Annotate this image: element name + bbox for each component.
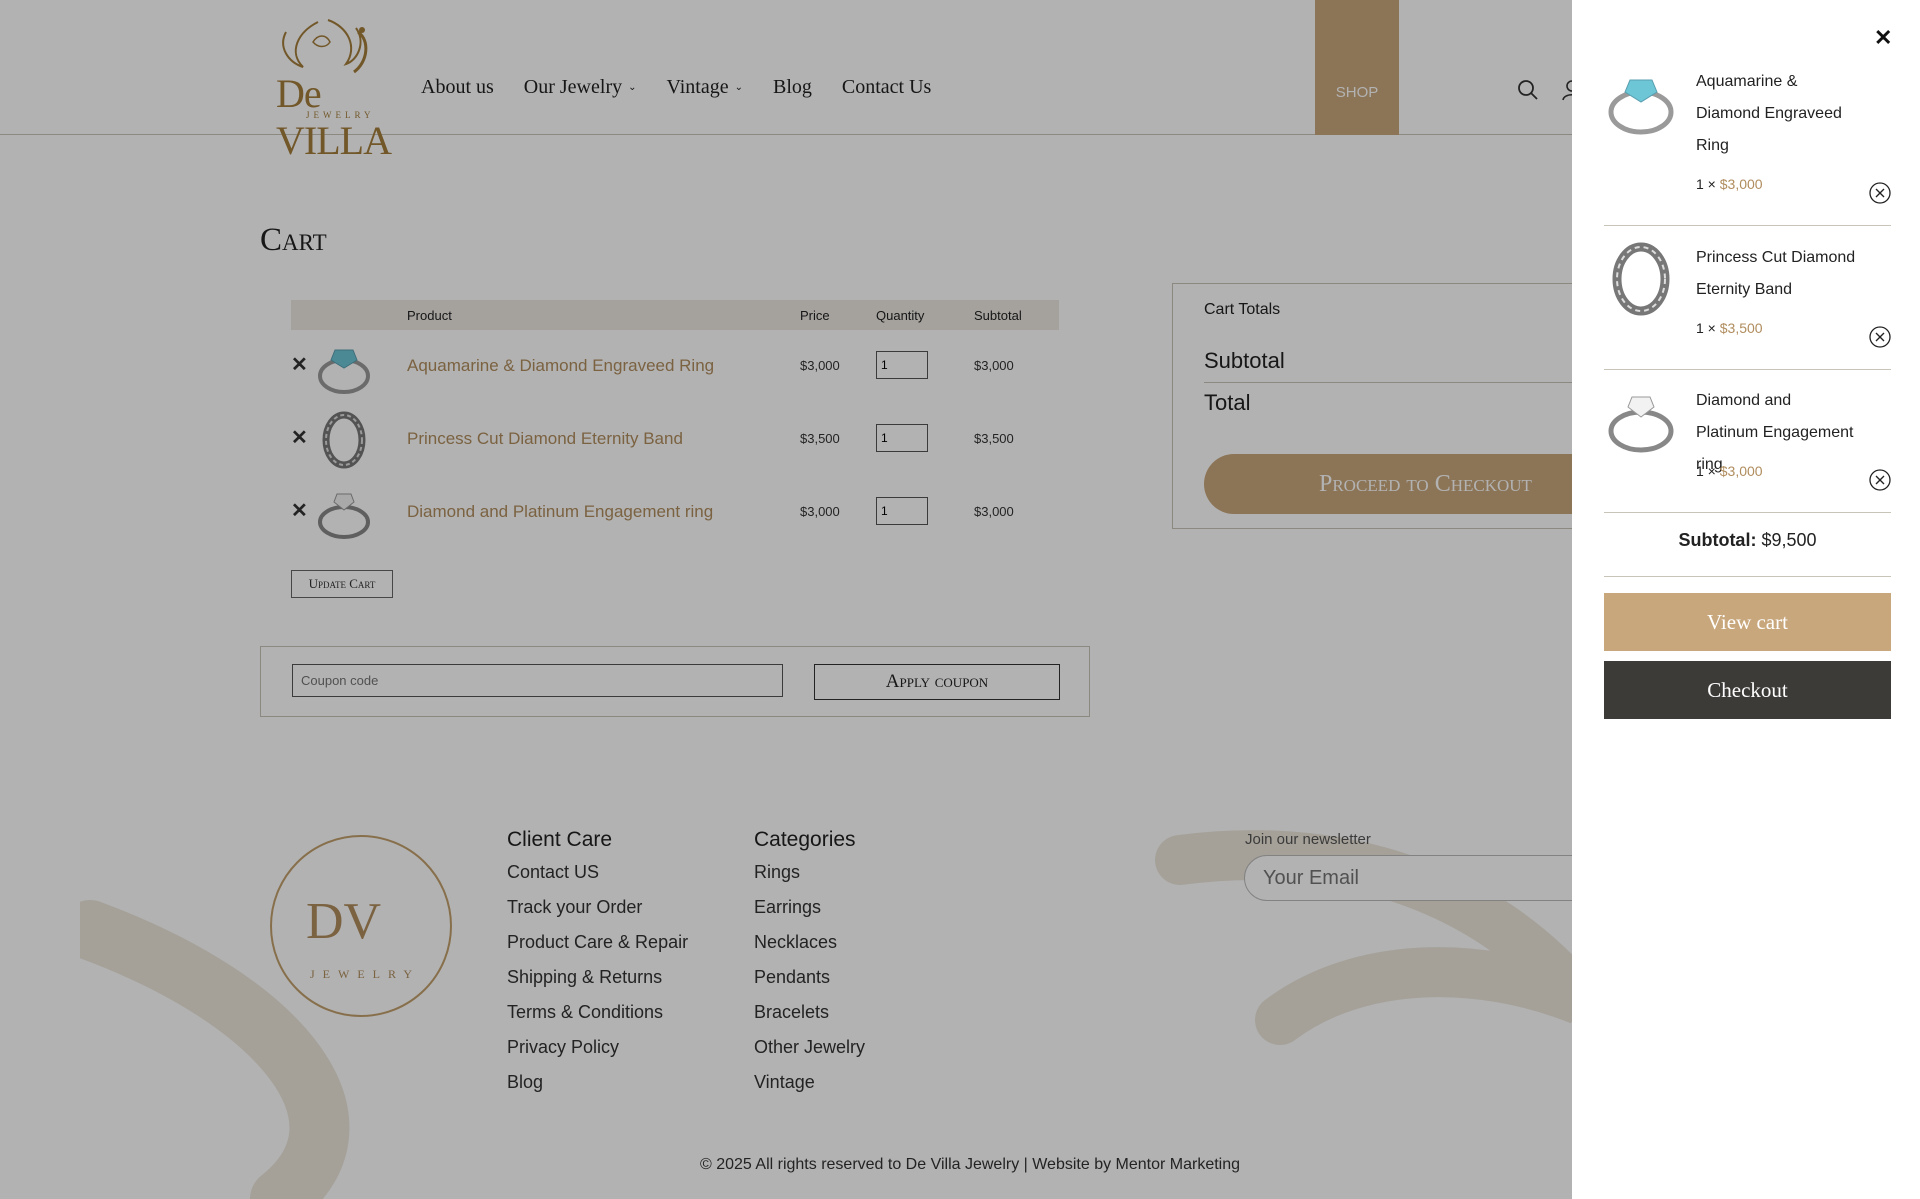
engagement-ring-thumbnail[interactable]: [1604, 385, 1678, 459]
mini-cart-subtotal: Subtotal: $9,500: [1604, 530, 1891, 551]
eternity-band-thumbnail[interactable]: [1604, 242, 1678, 316]
mini-cart-item-name[interactable]: Princess Cut Diamond Eternity Band: [1696, 242, 1856, 306]
mini-cart-subtotal-label: Subtotal:: [1678, 530, 1757, 550]
view-cart-button[interactable]: View cart: [1604, 593, 1891, 651]
remove-circle-icon[interactable]: [1869, 182, 1891, 204]
mini-cart-item: Princess Cut Diamond Eternity Band 1 × $…: [1604, 242, 1891, 370]
mini-cart-item: Aquamarine & Diamond Engraveed Ring 1 × …: [1604, 66, 1891, 226]
mini-cart-qty-prefix: 1 ×: [1696, 320, 1716, 336]
close-icon[interactable]: ✕: [1874, 25, 1892, 51]
mini-cart-subtotal-value: $9,500: [1761, 530, 1817, 550]
aquamarine-ring-thumbnail[interactable]: [1604, 66, 1678, 140]
mini-cart-item-qty: 1 × $3,000: [1696, 176, 1763, 192]
remove-circle-icon[interactable]: [1869, 326, 1891, 348]
mini-cart-drawer: ✕ Aquamarine & Diamond Engraveed Ring 1 …: [1572, 0, 1920, 1199]
checkout-button[interactable]: Checkout: [1604, 661, 1891, 719]
mini-cart-item-price: $3,000: [1719, 463, 1763, 479]
remove-circle-icon[interactable]: [1869, 469, 1891, 491]
mini-cart-item-qty: 1 × $3,000: [1696, 463, 1763, 479]
mini-cart-qty-prefix: 1 ×: [1696, 176, 1716, 192]
divider: [1604, 576, 1891, 577]
mini-cart-qty-prefix: 1 ×: [1696, 463, 1716, 479]
mini-cart-item: Diamond and Platinum Engagement ring 1 ×…: [1604, 385, 1891, 513]
mini-cart-item-price: $3,000: [1719, 176, 1763, 192]
mini-cart-item-price: $3,500: [1719, 320, 1763, 336]
mini-cart-item-qty: 1 × $3,500: [1696, 320, 1763, 336]
mini-cart-item-name[interactable]: Aquamarine & Diamond Engraveed Ring: [1696, 66, 1856, 162]
